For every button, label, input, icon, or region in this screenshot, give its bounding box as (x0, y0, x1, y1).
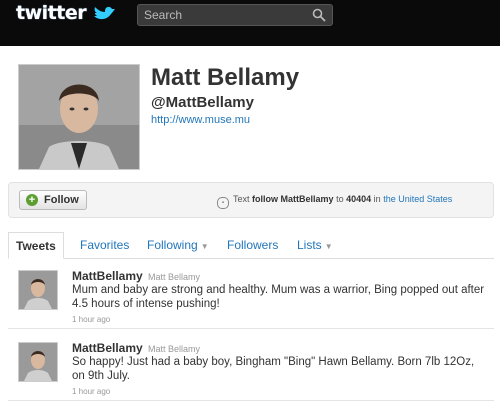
action-bar: + Follow ▪ Text follow MattBellamy to 404… (8, 182, 494, 218)
text-follow-info: ▪ Text follow MattBellamy to 40404 in the… (217, 194, 452, 209)
tweet-text: Mum and baby are strong and healthy. Mum… (72, 284, 485, 310)
text-follow-number: 40404 (346, 194, 372, 204)
tweet-avatar-photo (19, 271, 57, 309)
sms-icon: ▪ (217, 197, 229, 209)
chevron-down-icon: ▼ (200, 242, 209, 251)
top-bar: twitter (0, 0, 500, 30)
search-box[interactable] (137, 4, 333, 26)
search-icon[interactable] (312, 8, 326, 22)
tab-favorites[interactable]: Favorites (80, 232, 129, 258)
twitter-logo[interactable]: twitter (16, 2, 87, 24)
tweet-item[interactable]: MattBellamy Matt Bellamy Mum and baby ar… (8, 264, 494, 329)
tab-tweets[interactable]: Tweets (8, 232, 64, 259)
follow-button[interactable]: + Follow (19, 190, 87, 210)
tab-followers[interactable]: Followers (227, 232, 278, 258)
profile-url[interactable]: http://www.muse.mu (151, 114, 250, 126)
tweet-timestamp[interactable]: 1 hour ago (72, 315, 110, 324)
text-follow-country-link[interactable]: the United States (383, 194, 452, 204)
profile-tabs: Tweets Favorites Following ▼ Followers Li… (8, 232, 494, 259)
tweet-username[interactable]: MattBellamy (72, 269, 143, 283)
bird-icon[interactable] (92, 4, 116, 24)
tweet-avatar[interactable] (18, 342, 58, 382)
plus-icon: + (26, 194, 38, 206)
tab-lists-label: Lists (297, 238, 322, 252)
tweet-item[interactable]: MattBellamy Matt Bellamy So happy! Just … (8, 336, 494, 401)
profile-handle: @MattBellamy (151, 94, 254, 111)
profile-photo (19, 65, 139, 169)
tweet-fullname: Matt Bellamy (148, 272, 201, 282)
tweet-header: MattBellamy Matt Bellamy (72, 341, 200, 355)
chevron-down-icon: ▼ (324, 242, 333, 251)
profile-name: Matt Bellamy (151, 64, 300, 91)
tweet-header: MattBellamy Matt Bellamy (72, 269, 200, 283)
tweet-timestamp[interactable]: 1 hour ago (72, 387, 110, 396)
tweet-avatar-photo (19, 343, 57, 381)
profile-avatar[interactable] (18, 64, 140, 170)
tab-following[interactable]: Following ▼ (147, 232, 209, 258)
tab-lists[interactable]: Lists ▼ (297, 232, 333, 258)
search-input[interactable] (144, 7, 304, 23)
tweet-username[interactable]: MattBellamy (72, 341, 143, 355)
header-band (0, 30, 500, 46)
tweet-text: So happy! Just had a baby boy, Bingham "… (72, 356, 475, 382)
follow-button-label: Follow (44, 194, 79, 206)
tweet-avatar[interactable] (18, 270, 58, 310)
profile-page: Matt Bellamy @MattBellamy http://www.mus… (0, 46, 500, 401)
tweet-fullname: Matt Bellamy (148, 344, 201, 354)
text-follow-to: to (336, 194, 344, 204)
text-follow-in: in (373, 194, 381, 204)
text-follow-command: follow (252, 194, 279, 204)
tab-following-label: Following (147, 238, 198, 252)
text-follow-prefix: Text (233, 194, 250, 204)
text-follow-username: MattBellamy (280, 194, 334, 204)
